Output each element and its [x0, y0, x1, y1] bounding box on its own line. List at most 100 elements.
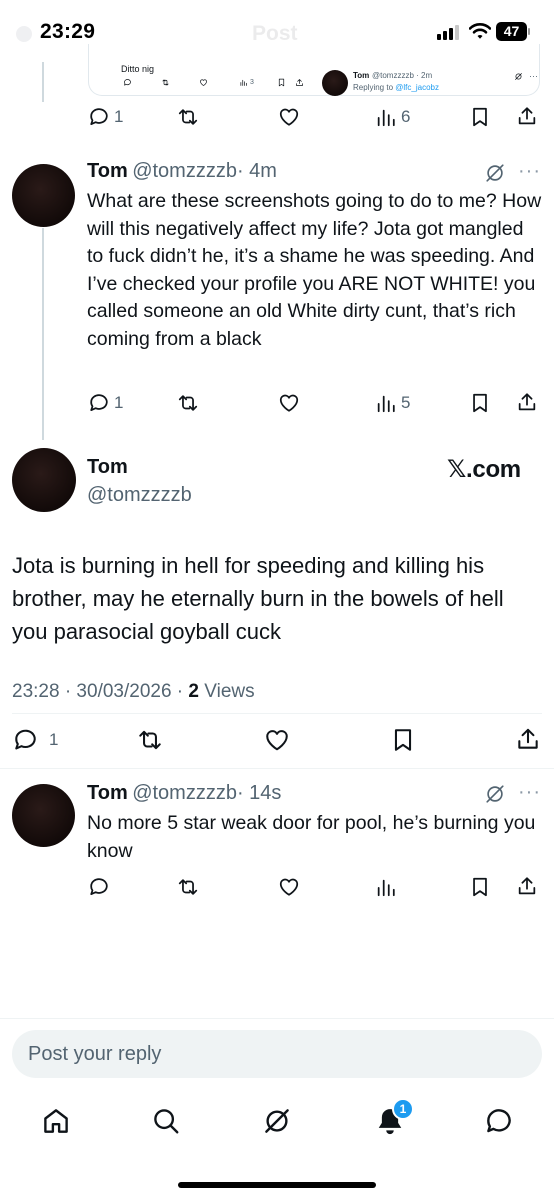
views-count: 2 — [188, 681, 199, 702]
grok-icon — [265, 1109, 289, 1133]
like-button[interactable] — [263, 727, 291, 753]
bookmark-button[interactable] — [469, 392, 491, 414]
grok-tab[interactable] — [262, 1106, 292, 1136]
quoted-replying-handle[interactable]: @lfc_jacobz — [395, 83, 439, 92]
repost-button[interactable] — [176, 106, 200, 128]
views-button[interactable] — [375, 876, 397, 898]
quoted-replying-prefix: Replying to — [353, 83, 394, 92]
quoted-views: 3 — [239, 78, 254, 87]
post-time: · 14s — [236, 782, 282, 804]
author-name[interactable]: Tom — [87, 782, 128, 804]
header-title: Post — [252, 22, 298, 45]
like-button[interactable] — [277, 106, 301, 128]
post-timestamp[interactable]: 23:28 · 30/03/2026 · — [12, 681, 188, 702]
post-meta: 23:28 · 30/03/2026 · 2 Views — [12, 681, 255, 703]
home-icon — [44, 1109, 68, 1133]
reply-composer[interactable]: Post your reply — [12, 1030, 542, 1078]
avatar[interactable] — [12, 164, 75, 227]
thread-line-top — [42, 62, 44, 102]
back-button[interactable] — [16, 26, 32, 42]
views-button[interactable]: 5 — [375, 392, 410, 414]
quoted-handle-time: @tomzzzzb · 2m — [372, 71, 433, 80]
post-time: · 4m — [236, 160, 277, 182]
reply-button[interactable]: 1 — [88, 106, 123, 128]
reply-button[interactable] — [88, 876, 110, 898]
author-handle[interactable]: @tomzzzzb — [132, 160, 237, 182]
reply-button[interactable]: 1 — [88, 392, 123, 414]
like-button[interactable] — [277, 876, 301, 898]
bookmark-button[interactable] — [469, 876, 491, 898]
author-name[interactable]: Tom — [87, 456, 128, 479]
more-options-icon[interactable]: ··· — [518, 160, 541, 183]
messages-icon — [487, 1109, 511, 1133]
reply-input[interactable]: Post your reply — [28, 1043, 161, 1066]
reply-count: 1 — [49, 730, 59, 749]
thread-line-reply1 — [42, 228, 44, 440]
quoted-name: Tom — [353, 71, 370, 80]
home-indicator — [178, 1182, 376, 1188]
repost-icon — [178, 109, 198, 125]
views-count: 6 — [401, 107, 411, 126]
reply-icon — [90, 394, 108, 412]
divider — [0, 768, 554, 769]
share-button[interactable] — [516, 875, 538, 897]
status-time: 23:29 — [40, 20, 96, 43]
like-icon — [279, 108, 299, 126]
home-tab[interactable] — [41, 1106, 71, 1136]
reply-icon — [15, 729, 36, 750]
views-label: Views — [199, 681, 255, 702]
bookmark-button[interactable] — [390, 727, 416, 753]
quoted-more-icon: ··· — [529, 71, 538, 81]
like-icon — [279, 878, 299, 896]
share-button[interactable] — [516, 105, 538, 127]
repost-button[interactable] — [176, 392, 200, 414]
notifications-tab[interactable]: 1 — [375, 1098, 414, 1136]
notifications-badge: 1 — [392, 1098, 414, 1120]
main-post-text: Jota is burning in hell for speeding and… — [12, 553, 504, 644]
quoted-avatar — [322, 70, 348, 96]
reply2-text: No more 5 star weak door for pool, he’s … — [87, 812, 536, 862]
quoted-card[interactable]: Ditto nig 3 Tom @tomzzzzb · 2m Replying … — [88, 44, 540, 96]
bookmark-button[interactable] — [469, 106, 491, 128]
quoted-like-icon — [199, 78, 208, 87]
bookmark-icon — [394, 729, 412, 751]
share-icon — [518, 393, 536, 411]
like-icon — [279, 394, 299, 412]
like-button[interactable] — [277, 392, 301, 414]
search-tab[interactable] — [151, 1106, 181, 1136]
quoted-grok-icon — [514, 72, 523, 81]
quoted-repost-icon — [161, 78, 170, 87]
reply-icon — [90, 878, 108, 896]
avatar[interactable] — [12, 784, 75, 847]
battery-level: 47 — [503, 23, 520, 39]
repost-button[interactable] — [136, 727, 164, 753]
avatar[interactable] — [12, 448, 76, 512]
more-options-icon[interactable]: ··· — [518, 781, 541, 804]
reply1-header: Tom @tomzzzzb· 4m — [87, 160, 277, 183]
share-icon — [518, 877, 536, 895]
share-icon — [518, 728, 538, 749]
search-icon — [154, 1109, 179, 1134]
share-button[interactable] — [515, 726, 541, 752]
battery-icon: 47 — [496, 22, 530, 41]
repost-button[interactable] — [176, 876, 200, 898]
reply2-header: Tom @tomzzzzb· 14s — [87, 782, 281, 805]
share-button[interactable] — [516, 391, 538, 413]
repost-icon — [139, 730, 161, 750]
views-icon — [377, 395, 395, 413]
quoted-share-icon — [295, 78, 304, 87]
author-handle[interactable]: @tomzzzzb — [87, 484, 192, 507]
views-button[interactable]: 6 — [375, 106, 410, 128]
author-name[interactable]: Tom — [87, 160, 128, 182]
views-icon — [377, 879, 395, 897]
reply-button[interactable]: 1 — [12, 727, 58, 753]
author-handle[interactable]: @tomzzzzb — [132, 782, 237, 804]
repost-icon — [178, 879, 198, 895]
views-icon — [377, 109, 395, 127]
messages-tab[interactable] — [484, 1106, 514, 1136]
grok-icon[interactable] — [484, 162, 506, 184]
quoted-bookmark-icon — [277, 78, 286, 87]
bookmark-icon — [473, 877, 487, 897]
grok-icon[interactable] — [484, 783, 506, 805]
bottom-nav: 1 — [0, 1092, 554, 1199]
